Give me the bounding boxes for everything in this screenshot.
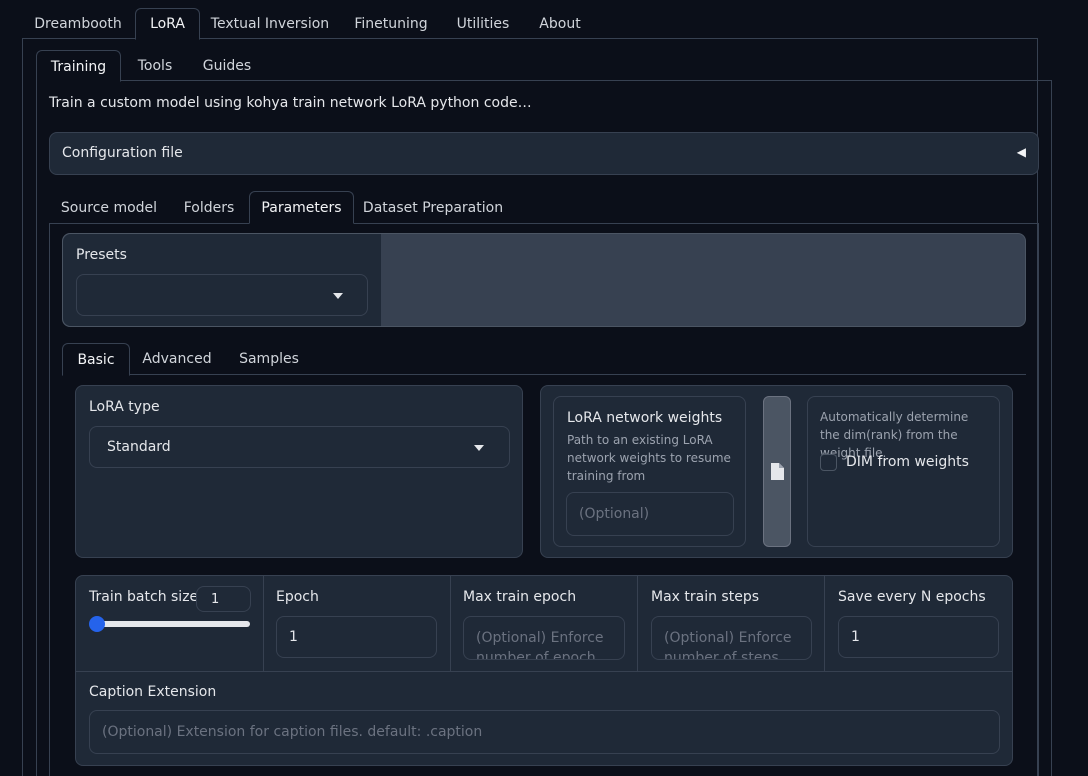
network-weights-field: LoRA network weights Path to an existing… (553, 396, 746, 547)
save-every-n-epochs-label: Save every N epochs (838, 589, 986, 605)
dim-from-weights-field: Automatically determine the dim(rank) fr… (807, 396, 1000, 547)
tab-dataset-preparation[interactable]: Dataset Preparation (362, 188, 504, 228)
tab-dreambooth[interactable]: Dreambooth (22, 4, 134, 39)
tab-training[interactable]: Training (36, 50, 121, 82)
tab-advanced[interactable]: Advanced (138, 339, 216, 379)
caption-extension-label: Caption Extension (89, 684, 217, 700)
max-train-epoch-input[interactable]: (Optional) Enforce number of epoch (463, 616, 625, 660)
browse-file-button[interactable] (763, 396, 791, 547)
sub-tab-bar: Training Tools Guides (36, 46, 1052, 82)
top-tab-bar: Dreambooth LoRA Textual Inversion Finetu… (22, 4, 1038, 40)
max-train-epoch-placeholder: (Optional) Enforce number of epoch (476, 630, 604, 660)
tab-guides[interactable]: Guides (192, 46, 262, 81)
slider-track (93, 621, 250, 627)
epoch-label: Epoch (276, 589, 319, 605)
configuration-file-accordion[interactable]: Configuration file ◀ (49, 132, 1039, 175)
configuration-file-label: Configuration file (62, 145, 183, 161)
presets-group: Presets (62, 233, 1026, 327)
max-train-steps-placeholder: (Optional) Enforce number of steps (664, 630, 792, 660)
dim-from-weights-label: DIM from weights (846, 454, 969, 470)
description-text: Train a custom model using kohya train n… (49, 95, 532, 111)
tab-folders[interactable]: Folders (176, 188, 242, 228)
tab-parameters[interactable]: Parameters (249, 191, 354, 224)
presets-dropdown[interactable] (76, 274, 368, 316)
presets-label: Presets (76, 247, 127, 263)
lora-type-dropdown[interactable]: Standard (89, 426, 510, 468)
slider-thumb[interactable] (89, 616, 105, 632)
train-batch-size-label: Train batch size (89, 589, 199, 605)
chevron-down-icon (333, 293, 343, 299)
train-batch-size-number[interactable]: 1 (196, 586, 251, 612)
training-numbers-group: Train batch size 1 Epoch 1 Max train epo… (75, 575, 1013, 766)
tab-finetuning[interactable]: Finetuning (344, 4, 438, 39)
tab-lora[interactable]: LoRA (135, 8, 200, 40)
tab-textual-inversion[interactable]: Textual Inversion (204, 4, 336, 39)
network-weights-group: LoRA network weights Path to an existing… (540, 385, 1013, 558)
chevron-down-icon (474, 445, 484, 451)
epoch-input[interactable]: 1 (276, 616, 437, 658)
tab-tools[interactable]: Tools (126, 46, 184, 81)
save-every-n-epochs-input[interactable]: 1 (838, 616, 999, 658)
lora-type-group: LoRA type Standard (75, 385, 523, 558)
max-train-epoch-label: Max train epoch (463, 589, 577, 605)
max-train-steps-label: Max train steps (651, 589, 760, 605)
train-batch-size-slider[interactable] (89, 616, 250, 632)
file-icon (771, 463, 784, 480)
collapse-arrow-icon: ◀ (1016, 145, 1026, 159)
tab-about[interactable]: About (528, 4, 592, 39)
dim-from-weights-checkbox[interactable] (820, 454, 837, 471)
lora-type-label: LoRA type (89, 399, 160, 415)
tab-basic[interactable]: Basic (62, 343, 130, 376)
network-weights-input[interactable]: (Optional) (566, 492, 734, 536)
max-train-steps-input[interactable]: (Optional) Enforce number of steps (651, 616, 812, 660)
tab-utilities[interactable]: Utilities (446, 4, 520, 39)
tab-samples[interactable]: Samples (234, 339, 304, 379)
tab-source-model[interactable]: Source model (56, 188, 162, 228)
caption-extension-input[interactable]: (Optional) Extension for caption files. … (89, 710, 1000, 754)
network-weights-label: LoRA network weights (567, 410, 723, 426)
network-weights-info: Path to an existing LoRA network weights… (567, 433, 731, 483)
